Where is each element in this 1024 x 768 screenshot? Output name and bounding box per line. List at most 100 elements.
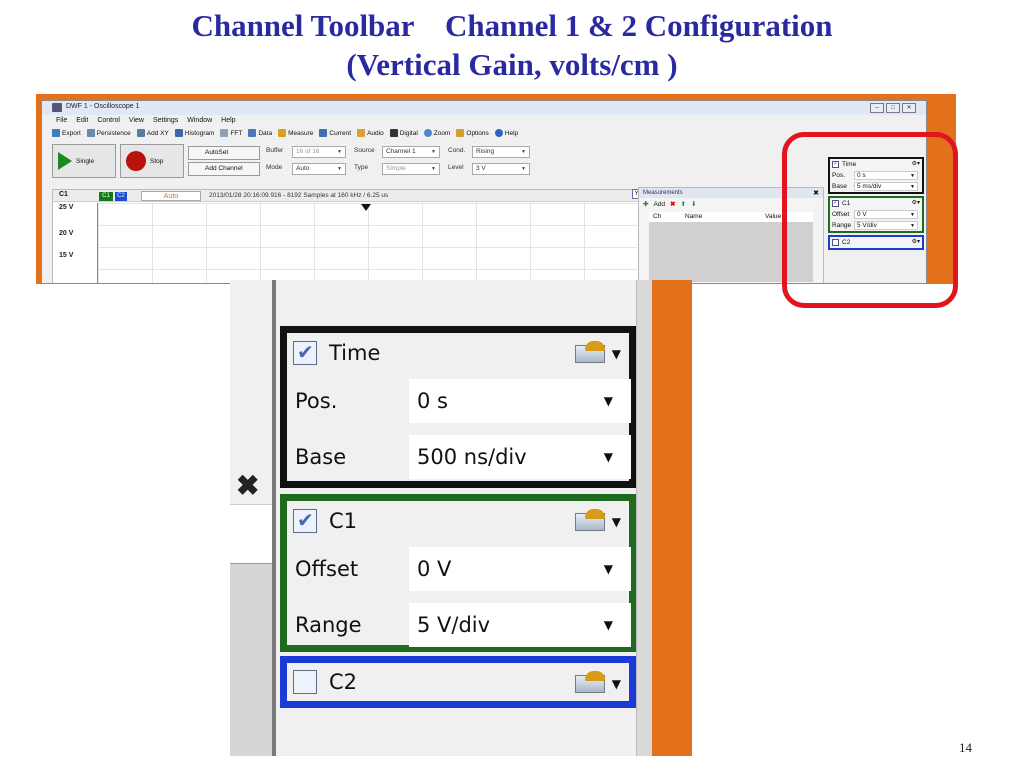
minimize-button[interactable]: – — [870, 103, 884, 113]
menu-view[interactable]: View — [129, 117, 144, 124]
single-button[interactable]: Single — [52, 144, 116, 178]
menu-file[interactable]: File — [56, 117, 67, 124]
audio-icon — [357, 129, 366, 137]
source-select[interactable]: Channel 1 ▼ — [382, 146, 440, 158]
time-checkbox-small[interactable]: ✓ — [832, 161, 839, 168]
help-icon — [494, 129, 503, 137]
oscilloscope-window: DWF 1 - Oscilloscope 1 – □ ✕ File Edit C… — [41, 100, 927, 284]
autoset-button[interactable]: AutoSet — [188, 146, 260, 160]
time-base-select-small[interactable]: 5 ms/div ▼ — [854, 182, 918, 191]
trigger-position-icon[interactable] — [361, 204, 371, 211]
mode-select[interactable]: Auto ▼ — [292, 163, 346, 175]
toolbar-persistence[interactable]: Persistence — [86, 129, 131, 137]
chevron-down-icon: ▼ — [521, 149, 526, 155]
c2-label: C2 — [329, 670, 358, 694]
cond-value: Rising — [476, 148, 495, 155]
buffer-select[interactable]: 16 of 16 ▼ — [292, 146, 346, 158]
digital-icon — [389, 129, 398, 137]
toolbar-measure[interactable]: Measure — [278, 129, 313, 137]
close-icon[interactable]: ✖ — [236, 472, 259, 500]
arrow-up-icon[interactable]: ⬆ — [680, 200, 685, 208]
chevron-down-icon: ▼ — [337, 166, 342, 172]
toolbar-options[interactable]: Options — [456, 129, 489, 137]
plus-icon[interactable]: ✚ — [643, 200, 648, 208]
time-pos-select-small[interactable]: 0 s ▼ — [854, 171, 918, 180]
window-title: DWF 1 - Oscilloscope 1 — [66, 103, 140, 110]
settings-icon[interactable]: ⚙▾ — [912, 238, 920, 245]
toolbar-current[interactable]: Current — [319, 129, 351, 137]
toolbar-add-xy[interactable]: Add XY — [136, 129, 169, 137]
toolbar-persistence-label: Persistence — [96, 129, 131, 137]
menu-window[interactable]: Window — [187, 117, 212, 124]
time-pos-select[interactable]: 0 s ▼ — [409, 379, 631, 423]
chevron-down-icon: ▼ — [603, 562, 613, 576]
cond-select[interactable]: Rising ▼ — [472, 146, 530, 158]
toolbar-zoom[interactable]: Zoom — [423, 129, 450, 137]
level-input[interactable]: 3 V ▼ — [472, 163, 530, 175]
time-base-row-small: Base 5 ms/div ▼ — [830, 181, 922, 192]
time-checkbox[interactable] — [293, 340, 317, 365]
settings-icon[interactable]: ▼ — [575, 341, 621, 365]
y-axis-label-3: 15 V — [59, 252, 74, 259]
c2-checkbox-small[interactable] — [832, 239, 839, 246]
c1-checkbox[interactable] — [293, 508, 317, 533]
toolbar-histogram[interactable]: Histogram — [174, 129, 214, 137]
data-icon — [248, 129, 257, 137]
chevron-down-icon: ▼ — [910, 173, 915, 179]
delete-icon[interactable]: ✖ — [670, 200, 675, 208]
options-icon — [456, 129, 465, 137]
zoom-frame-edge — [652, 280, 692, 756]
c2-panel-header: C2 ▼ — [287, 663, 629, 701]
c1-range-select[interactable]: 5 V/div ▼ — [409, 603, 631, 647]
add-channel-button[interactable]: Add Channel — [188, 162, 260, 176]
c1-offset-select[interactable]: 0 V ▼ — [409, 547, 631, 591]
menu-control[interactable]: Control — [97, 117, 120, 124]
time-base-label: Base — [295, 445, 347, 469]
c2-checkbox[interactable] — [293, 670, 317, 694]
toolbar-export[interactable]: Export — [52, 129, 81, 137]
add-measurement-button[interactable]: Add — [653, 201, 665, 208]
window-titlebar: DWF 1 - Oscilloscope 1 – □ ✕ — [42, 101, 926, 115]
c1-range-select-small[interactable]: 5 V/div ▼ — [854, 221, 918, 230]
settings-icon[interactable]: ⚙▾ — [912, 199, 920, 206]
scope-grid[interactable] — [97, 203, 637, 283]
stop-icon — [126, 151, 146, 171]
channel-1-chip[interactable]: C1 — [99, 192, 113, 201]
settings-icon[interactable]: ▼ — [575, 671, 621, 695]
stop-button[interactable]: Stop — [120, 144, 184, 178]
close-icon[interactable]: ✖ — [813, 189, 819, 197]
cond-label: Cond. — [448, 147, 466, 154]
c1-checkbox-small[interactable]: ✓ — [832, 200, 839, 207]
toolbar-digital[interactable]: Digital — [389, 129, 418, 137]
close-button[interactable]: ✕ — [902, 103, 916, 113]
zoom-scroll-strip — [636, 280, 652, 756]
time-base-select[interactable]: 500 ns/div ▼ — [409, 435, 631, 479]
time-pos-row: Pos. 0 s ▼ — [287, 373, 631, 429]
c1-range-label-small: Range — [832, 222, 852, 229]
menu-help[interactable]: Help — [221, 117, 235, 124]
trigger-status: Auto — [141, 191, 201, 201]
settings-icon[interactable]: ▼ — [575, 509, 621, 533]
y-axis-label-2: 20 V — [59, 230, 74, 237]
channel-2-chip[interactable]: C2 — [115, 192, 127, 201]
scope-plot: C1 C1 C2 Auto 2013/01/28 20:16:09.916 - … — [52, 189, 640, 283]
toolbar-audio-label: Audio — [367, 129, 384, 137]
settings-icon[interactable]: ⚙▾ — [912, 160, 920, 167]
c1-label-small: C1 — [842, 200, 851, 207]
toolbar-data[interactable]: Data — [248, 129, 272, 137]
c2-panel: C2 ▼ — [280, 656, 636, 708]
toolbar-help[interactable]: Help — [494, 129, 518, 137]
toolbar-fft[interactable]: FFT — [220, 129, 242, 137]
menu-settings[interactable]: Settings — [153, 117, 178, 124]
menu-edit[interactable]: Edit — [76, 117, 88, 124]
chevron-down-icon: ▼ — [431, 166, 436, 172]
slide-title-line-1: Channel Toolbar Channel 1 & 2 Configurat… — [191, 8, 833, 43]
type-select[interactable]: Simple ▼ — [382, 163, 440, 175]
measurements-tools: ✚ Add ✖ ⬆ ⬇ — [639, 198, 823, 210]
time-pos-label: Pos. — [295, 389, 338, 413]
c1-offset-select-small[interactable]: 0 V ▼ — [854, 210, 918, 219]
toolbar-audio[interactable]: Audio — [357, 129, 384, 137]
maximize-button[interactable]: □ — [886, 103, 900, 113]
mode-value: Auto — [296, 165, 310, 172]
arrow-down-icon[interactable]: ⬇ — [691, 200, 696, 208]
